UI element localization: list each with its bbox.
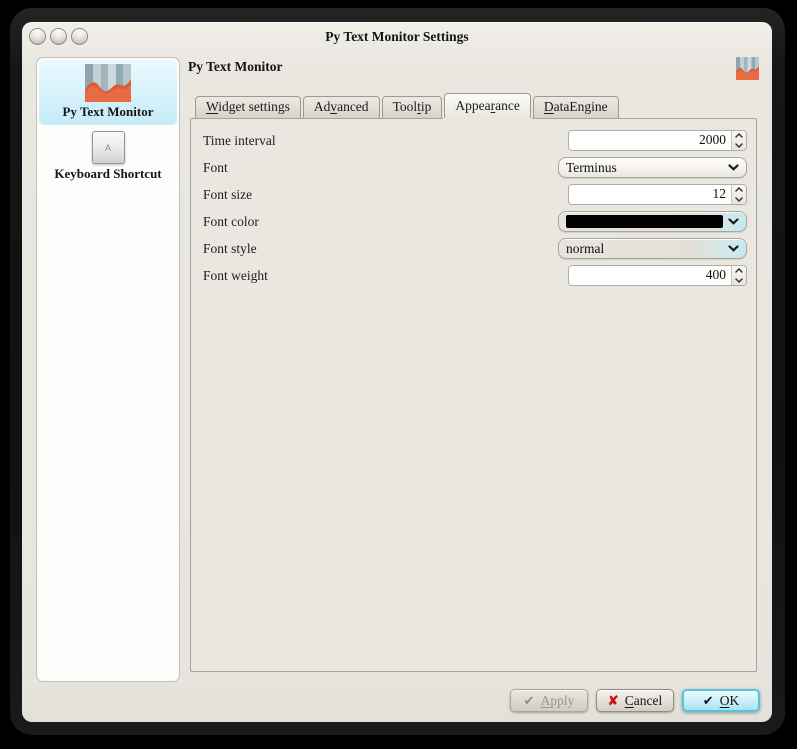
cancel-button[interactable]: ✘ Cancel: [596, 689, 674, 712]
form-row-font: Font Terminus: [203, 154, 747, 181]
font-size-value[interactable]: 12: [569, 185, 731, 204]
font-style-combobox[interactable]: normal: [558, 238, 747, 259]
appearance-tab-panel: Time interval 2000 Font Terminus Font si…: [190, 118, 757, 672]
field-label: Time interval: [203, 133, 568, 149]
font-size-spinbox[interactable]: 12: [568, 184, 747, 205]
font-weight-value[interactable]: 400: [569, 266, 731, 285]
form-row-font-color: Font color: [203, 208, 747, 235]
window-title: Py Text Monitor Settings: [22, 29, 772, 45]
text-monitor-chart-icon-small: [736, 57, 759, 80]
spin-down-button[interactable]: [732, 276, 746, 286]
spin-up-button[interactable]: [732, 185, 746, 195]
tab-tooltip[interactable]: Tooltip: [382, 96, 443, 118]
time-interval-spinbox[interactable]: 2000: [568, 130, 747, 151]
spin-up-button[interactable]: [732, 131, 746, 141]
chevron-down-icon: [728, 245, 739, 252]
font-color-combobox[interactable]: [558, 211, 747, 232]
tab-bar: Widget settings Advanced Tooltip Appeara…: [195, 96, 619, 118]
sidebar-item-label: Py Text Monitor: [63, 102, 154, 125]
dialog-button-row: ✔ Apply ✘ Cancel ✔ OK: [510, 689, 760, 712]
chevron-down-icon: [728, 164, 739, 171]
sidebar: Py Text Monitor A Keyboard Shortcut: [36, 57, 180, 682]
font-combobox[interactable]: Terminus: [558, 157, 747, 178]
sidebar-item-py-text-monitor[interactable]: Py Text Monitor: [39, 60, 177, 125]
field-label: Font style: [203, 241, 558, 257]
spin-up-button[interactable]: [732, 266, 746, 276]
spin-down-button[interactable]: [732, 141, 746, 151]
font-style-combobox-value: normal: [566, 241, 728, 257]
tab-advanced[interactable]: Advanced: [303, 96, 380, 118]
field-label: Font: [203, 160, 558, 176]
field-label: Font size: [203, 187, 568, 203]
keycap-icon: A: [92, 131, 125, 164]
font-weight-spinbox[interactable]: 400: [568, 265, 747, 286]
form-row-font-style: Font style normal: [203, 235, 747, 262]
form-row-time-interval: Time interval 2000: [203, 127, 747, 154]
field-label: Font color: [203, 214, 558, 230]
sidebar-item-label: Keyboard Shortcut: [54, 164, 161, 187]
sidebar-item-keyboard-shortcut[interactable]: A Keyboard Shortcut: [39, 125, 177, 187]
x-icon: ✘: [608, 693, 619, 709]
settings-window: Py Text Monitor Settings Py Text Monitor…: [22, 22, 772, 722]
font-combobox-value: Terminus: [566, 160, 728, 176]
chevron-down-icon: [728, 218, 739, 225]
tab-appearance[interactable]: Appearance: [444, 93, 530, 118]
tab-widget-settings[interactable]: Widget settings: [195, 96, 301, 118]
time-interval-value[interactable]: 2000: [569, 131, 731, 150]
form-row-font-weight: Font weight 400: [203, 262, 747, 289]
keycap-letter: A: [105, 143, 111, 153]
tab-dataengine[interactable]: DataEngine: [533, 96, 619, 118]
apply-button[interactable]: ✔ Apply: [510, 689, 588, 712]
page-title: Py Text Monitor: [188, 59, 283, 75]
spin-down-button[interactable]: [732, 195, 746, 205]
text-monitor-chart-icon: [85, 64, 131, 102]
field-label: Font weight: [203, 268, 568, 284]
color-swatch-black: [566, 215, 723, 228]
ok-button[interactable]: ✔ OK: [682, 689, 760, 712]
check-icon: ✔: [703, 693, 714, 709]
titlebar[interactable]: Py Text Monitor Settings: [22, 22, 772, 52]
check-icon: ✔: [524, 693, 535, 709]
form-row-font-size: Font size 12: [203, 181, 747, 208]
